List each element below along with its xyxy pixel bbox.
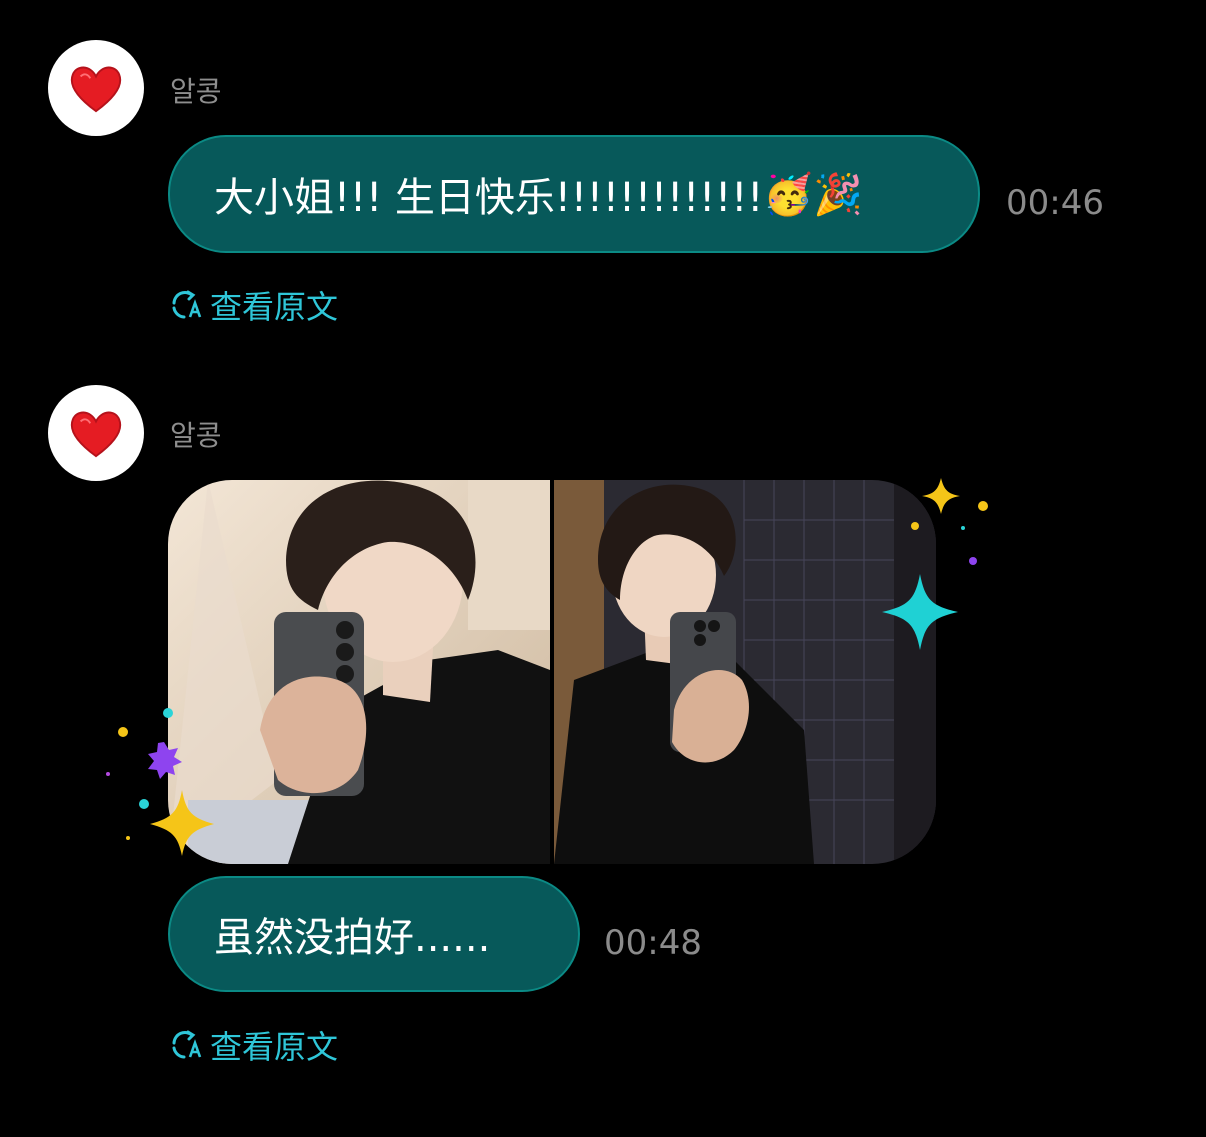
- view-original-label: 查看原文: [210, 1028, 339, 1066]
- translate-icon: [172, 1030, 202, 1059]
- message-time: 00:48: [604, 923, 702, 963]
- message-time: 00:46: [1006, 183, 1104, 223]
- view-original-link[interactable]: 查看原文: [170, 1022, 338, 1068]
- translate-icon: [172, 290, 202, 319]
- avatar[interactable]: [48, 40, 144, 136]
- message-bubble[interactable]: 大小姐!!! 生日快乐!!!!!!!!!!!!! 🥳🎉: [168, 135, 980, 253]
- avatar[interactable]: [48, 385, 144, 481]
- message-text: 虽然没拍好......: [214, 915, 491, 961]
- sender-name: 알콩: [170, 75, 222, 108]
- red-heart-icon: [70, 66, 122, 113]
- message-bubble[interactable]: 虽然没拍好......: [168, 876, 580, 992]
- sender-name: 알콩: [170, 419, 222, 452]
- sparkle-decoration-icon: [882, 478, 988, 650]
- red-heart-icon: [70, 411, 122, 458]
- view-original-label: 查看原文: [210, 288, 339, 326]
- party-emoji-icon: 🥳🎉: [763, 171, 863, 218]
- view-original-link[interactable]: 查看原文: [170, 282, 338, 328]
- sparkle-decoration-icon: [106, 708, 214, 856]
- message-text: 大小姐!!! 生日快乐!!!!!!!!!!!!!: [214, 175, 764, 221]
- photo-message[interactable]: [168, 480, 936, 864]
